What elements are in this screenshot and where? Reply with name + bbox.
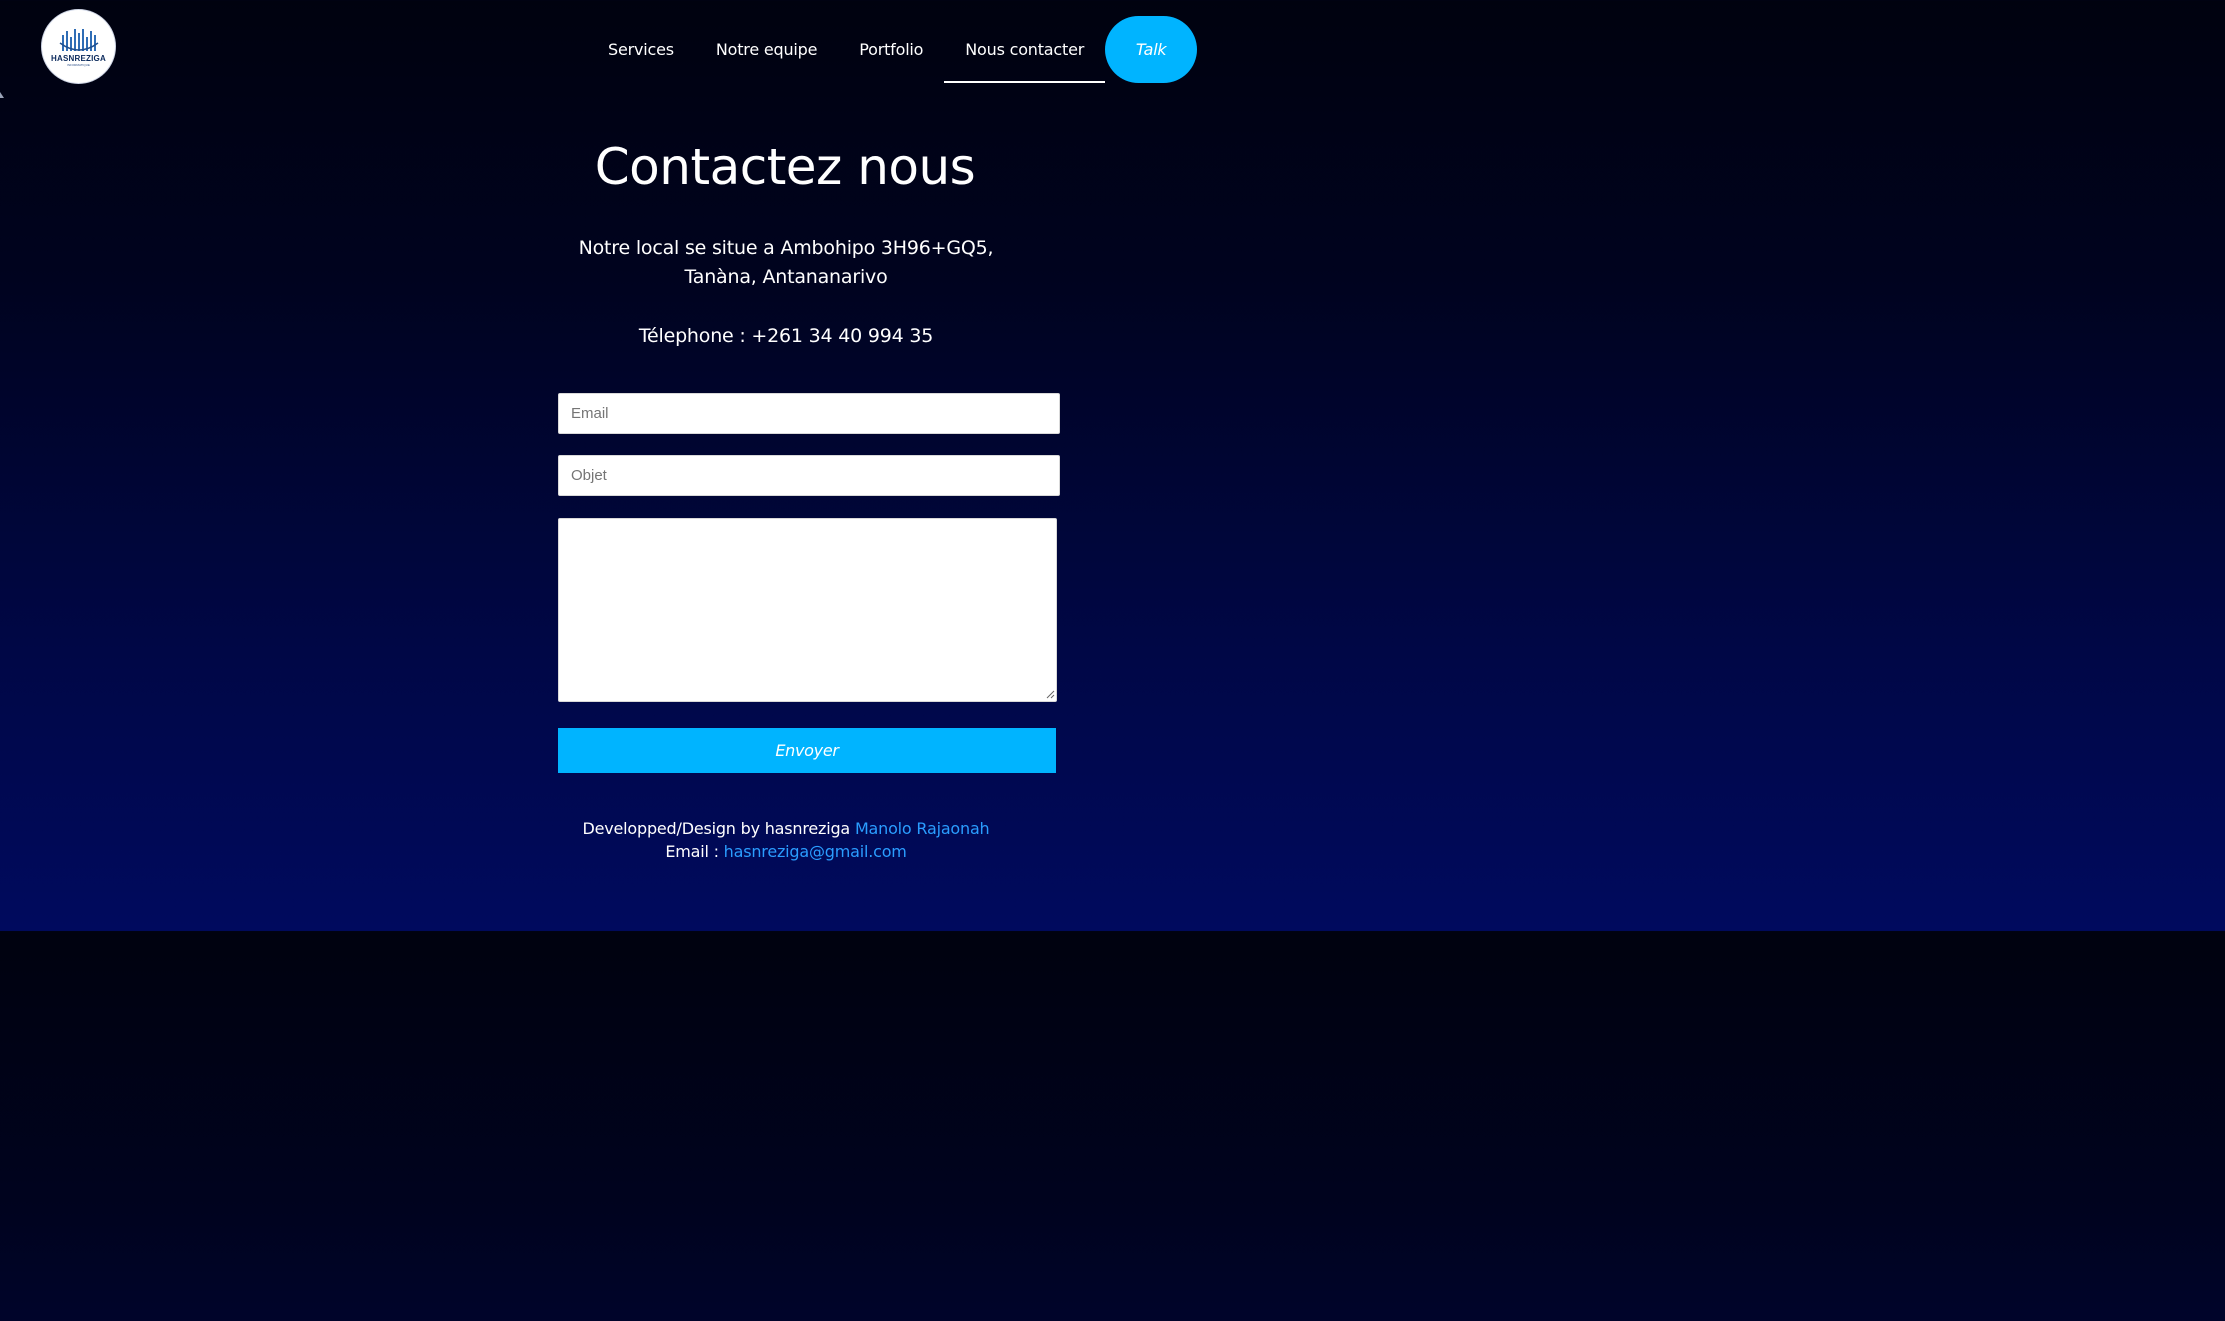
main-nav: Services Notre equipe Portfolio Nous con… (587, 16, 1198, 83)
subject-input[interactable] (558, 455, 1060, 496)
cursor-artifact-icon (0, 92, 4, 98)
talk-button[interactable]: Talk (1105, 16, 1198, 83)
footer-email-link[interactable]: hasnreziga@gmail.com (724, 842, 907, 861)
nav-item-portfolio[interactable]: Portfolio (838, 16, 944, 83)
nav-item-nous-contacter[interactable]: Nous contacter (944, 16, 1106, 83)
page-title: Contactez nous (594, 138, 976, 196)
footer: Developped/Design by hasnreziga Manolo R… (0, 817, 1572, 863)
footer-credit-text: Developped/Design by hasnreziga (582, 819, 851, 838)
site-logo[interactable]: HASNREZIGA INFORMATIQUE (42, 10, 115, 83)
address-text: Notre local se situe a Ambohipo 3H96+GQ5… (0, 234, 1572, 292)
email-input[interactable] (558, 393, 1060, 434)
address-line-1: Notre local se situe a Ambohipo 3H96+GQ5… (578, 237, 994, 259)
footer-email-label: Email : (665, 842, 719, 861)
footer-author-link[interactable]: Manolo Rajaonah (855, 819, 990, 838)
message-textarea[interactable] (558, 518, 1057, 702)
logo-bars-icon (59, 28, 98, 51)
footer-credit-line: Developped/Design by hasnreziga Manolo R… (0, 817, 1572, 840)
send-button[interactable]: Envoyer (558, 728, 1056, 773)
nav-item-services[interactable]: Services (587, 16, 695, 83)
logo-subtext: INFORMATIQUE (67, 62, 90, 67)
footer-email-line: Email : hasnreziga@gmail.com (0, 840, 1572, 863)
logo-wordmark: HASNREZIGA (51, 53, 106, 63)
phone-text: Télephone : +261 34 40 994 35 (638, 325, 934, 347)
resize-grip-icon[interactable] (1045, 689, 1055, 699)
nav-item-notre-equipe[interactable]: Notre equipe (695, 16, 838, 83)
address-line-2: Tanàna, Antananarivo (684, 266, 888, 288)
